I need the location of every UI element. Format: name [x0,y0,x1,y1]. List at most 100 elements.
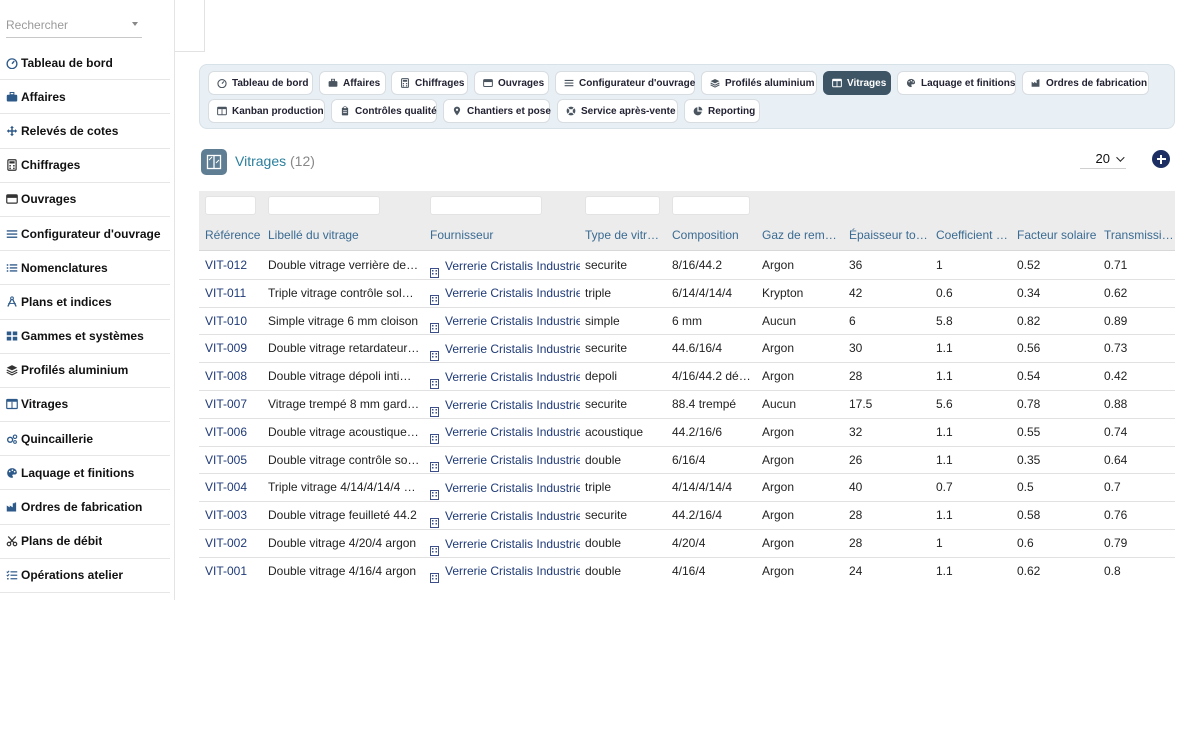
table-cell: Double vitrage dépoli intimité [268,369,420,384]
tab-1[interactable]: Affaires [319,71,386,95]
sidebar-item-11[interactable]: Quincaillerie [0,422,170,457]
reference-link[interactable]: VIT-012 [205,252,263,279]
sidebar-item-7[interactable]: Plans et indices [0,285,170,320]
sidebar-item-10[interactable]: Vitrages [0,388,170,423]
add-record-button[interactable] [1152,150,1170,168]
table-row[interactable]: VIT-006 Double vitrage acoustique 44.2 Ver… [199,419,1175,447]
sidebar-item-9[interactable]: Profilés aluminium [0,354,170,388]
search-dropdown-caret-icon[interactable] [132,22,138,26]
reference-link[interactable]: VIT-001 [205,558,263,585]
tab-9[interactable]: Kanban production [208,99,325,123]
column-header[interactable]: Épaisseur totale [849,221,929,251]
tab-3[interactable]: Ouvrages [474,71,549,95]
column-filter-input[interactable] [268,196,380,215]
column-header[interactable]: Référence [205,221,263,251]
table-cell: 0.76 [1104,508,1128,523]
table-row[interactable]: VIT-010 Simple vitrage 6 mm cloison Verrer… [199,308,1175,336]
table-row[interactable]: VIT-007 Vitrage trempé 8 mm garde-corps Ve… [199,391,1175,419]
search-box[interactable] [6,14,142,38]
supplier-link[interactable]: Verrerie Cristalis Industrie [430,308,580,335]
table-row[interactable]: VIT-004 Triple vitrage 4/14/4/14/4 argon V… [199,474,1175,503]
sidebar-item-15[interactable]: Opérations atelier [0,559,170,593]
sidebar-item-8[interactable]: Gammes et systèmes [0,320,170,354]
tab-11[interactable]: Chantiers et pose [443,99,551,123]
sidebar-item-12[interactable]: Laquage et finitions [0,456,170,491]
reference-link[interactable]: VIT-002 [205,530,263,557]
table-row[interactable]: VIT-011 Triple vitrage contrôle solaire Ve… [199,280,1175,308]
supplier-link[interactable]: Verrerie Cristalis Industrie [430,391,580,418]
tab-0[interactable]: Tableau de bord [208,71,313,95]
building-icon [430,427,439,445]
table-cell: 1.1 [936,508,953,523]
column-header[interactable]: Type de vitrage [585,221,665,251]
sidebar-item-2[interactable]: Relevés de cotes [0,114,170,149]
sidebar-item-6[interactable]: Nomenclatures [0,251,170,286]
tab-8[interactable]: Ordres de fabrication [1022,71,1149,95]
tab-4[interactable]: Configurateur d'ouvrage [555,71,695,95]
table-row[interactable]: VIT-009 Double vitrage retardateur d'effr… [199,335,1175,364]
tab-label: Kanban production [232,105,324,117]
column-header[interactable]: Facteur solaire [1017,221,1097,251]
reference-link[interactable]: VIT-010 [205,308,263,335]
table-row[interactable]: VIT-001 Double vitrage 4/16/4 argon Verrer… [199,558,1175,585]
column-header[interactable]: Composition [672,221,757,251]
sidebar-item-14[interactable]: Plans de débit [0,525,170,559]
column-filter-input[interactable] [430,196,542,215]
table-cell: 0.42 [1104,369,1128,384]
building-icon [430,511,439,528]
sidebar-item-1[interactable]: Affaires [0,80,170,115]
supplier-link[interactable]: Verrerie Cristalis Industrie [430,363,580,390]
factory-icon [1031,78,1041,88]
table-cell: 0.62 [1017,563,1041,578]
tab-label: Laquage et finitions [921,77,1016,89]
reference-link[interactable]: VIT-006 [205,419,263,446]
table-row[interactable]: VIT-008 Double vitrage dépoli intimité Ver… [199,363,1175,391]
column-header[interactable]: Gaz de remplissage [762,221,842,251]
reference-link[interactable]: VIT-004 [205,474,263,501]
reference-link[interactable]: VIT-008 [205,363,263,390]
reference-link[interactable]: VIT-007 [205,391,263,418]
reference-link[interactable]: VIT-009 [205,335,263,362]
table-row[interactable]: VIT-003 Double vitrage feuilleté 44.2 Verr… [199,502,1175,530]
supplier-link[interactable]: Verrerie Cristalis Industrie [430,447,580,474]
column-filter-input[interactable] [672,196,750,215]
tab-7[interactable]: Laquage et finitions [897,71,1016,95]
tab-12[interactable]: Service après-vente [557,99,678,123]
reference-link[interactable]: VIT-003 [205,502,263,529]
tab-5[interactable]: Profilés aluminium [701,71,817,95]
tab-2[interactable]: Chiffrages [391,71,468,95]
column-header[interactable]: Fournisseur [430,221,580,251]
sidebar-item-5[interactable]: Configurateur d'ouvrage [0,217,170,252]
sidebar-item-0[interactable]: Tableau de bord [0,46,170,81]
tab-13[interactable]: Reporting [684,99,760,123]
gears-icon [5,432,18,445]
supplier-link[interactable]: Verrerie Cristalis Industrie [430,252,580,279]
tab-6[interactable]: Vitrages [823,71,891,95]
column-filter-input[interactable] [205,196,256,215]
sidebar-item-4[interactable]: Ouvrages [0,183,170,217]
table-cell: Argon [762,508,795,523]
column-header[interactable]: Transmission lumineuse [1104,221,1175,251]
supplier-link[interactable]: Verrerie Cristalis Industrie [430,558,580,585]
sidebar-item-3[interactable]: Chiffrages [0,149,170,183]
supplier-link[interactable]: Verrerie Cristalis Industrie [430,335,580,362]
table-cell: 0.56 [1017,341,1041,356]
table-row[interactable]: VIT-005 Double vitrage contrôle solaire Ve… [199,447,1175,475]
column-filter-input[interactable] [585,196,660,215]
page-size-select[interactable]: 20 [1080,149,1126,169]
reference-link[interactable]: VIT-011 [205,280,263,307]
reference-link[interactable]: VIT-005 [205,447,263,474]
supplier-link[interactable]: Verrerie Cristalis Industrie [430,530,580,557]
tab-10[interactable]: Contrôles qualité [331,99,437,123]
supplier-link[interactable]: Verrerie Cristalis Industrie [430,502,580,529]
table-row[interactable]: VIT-002 Double vitrage 4/20/4 argon Verrer… [199,530,1175,558]
column-header[interactable]: Libellé du vitrage [268,221,420,251]
table-row[interactable]: VIT-012 Double vitrage verrière de toit Ve… [199,252,1175,280]
supplier-link[interactable]: Verrerie Cristalis Industrie [430,474,580,501]
column-header[interactable]: Coefficient Ug [936,221,1011,251]
supplier-link[interactable]: Verrerie Cristalis Industrie [430,419,580,446]
table-cell: Vitrage trempé 8 mm garde-corps [268,397,420,411]
supplier-link[interactable]: Verrerie Cristalis Industrie [430,280,580,307]
search-input[interactable] [6,14,126,36]
sidebar-item-13[interactable]: Ordres de fabrication [0,490,170,525]
